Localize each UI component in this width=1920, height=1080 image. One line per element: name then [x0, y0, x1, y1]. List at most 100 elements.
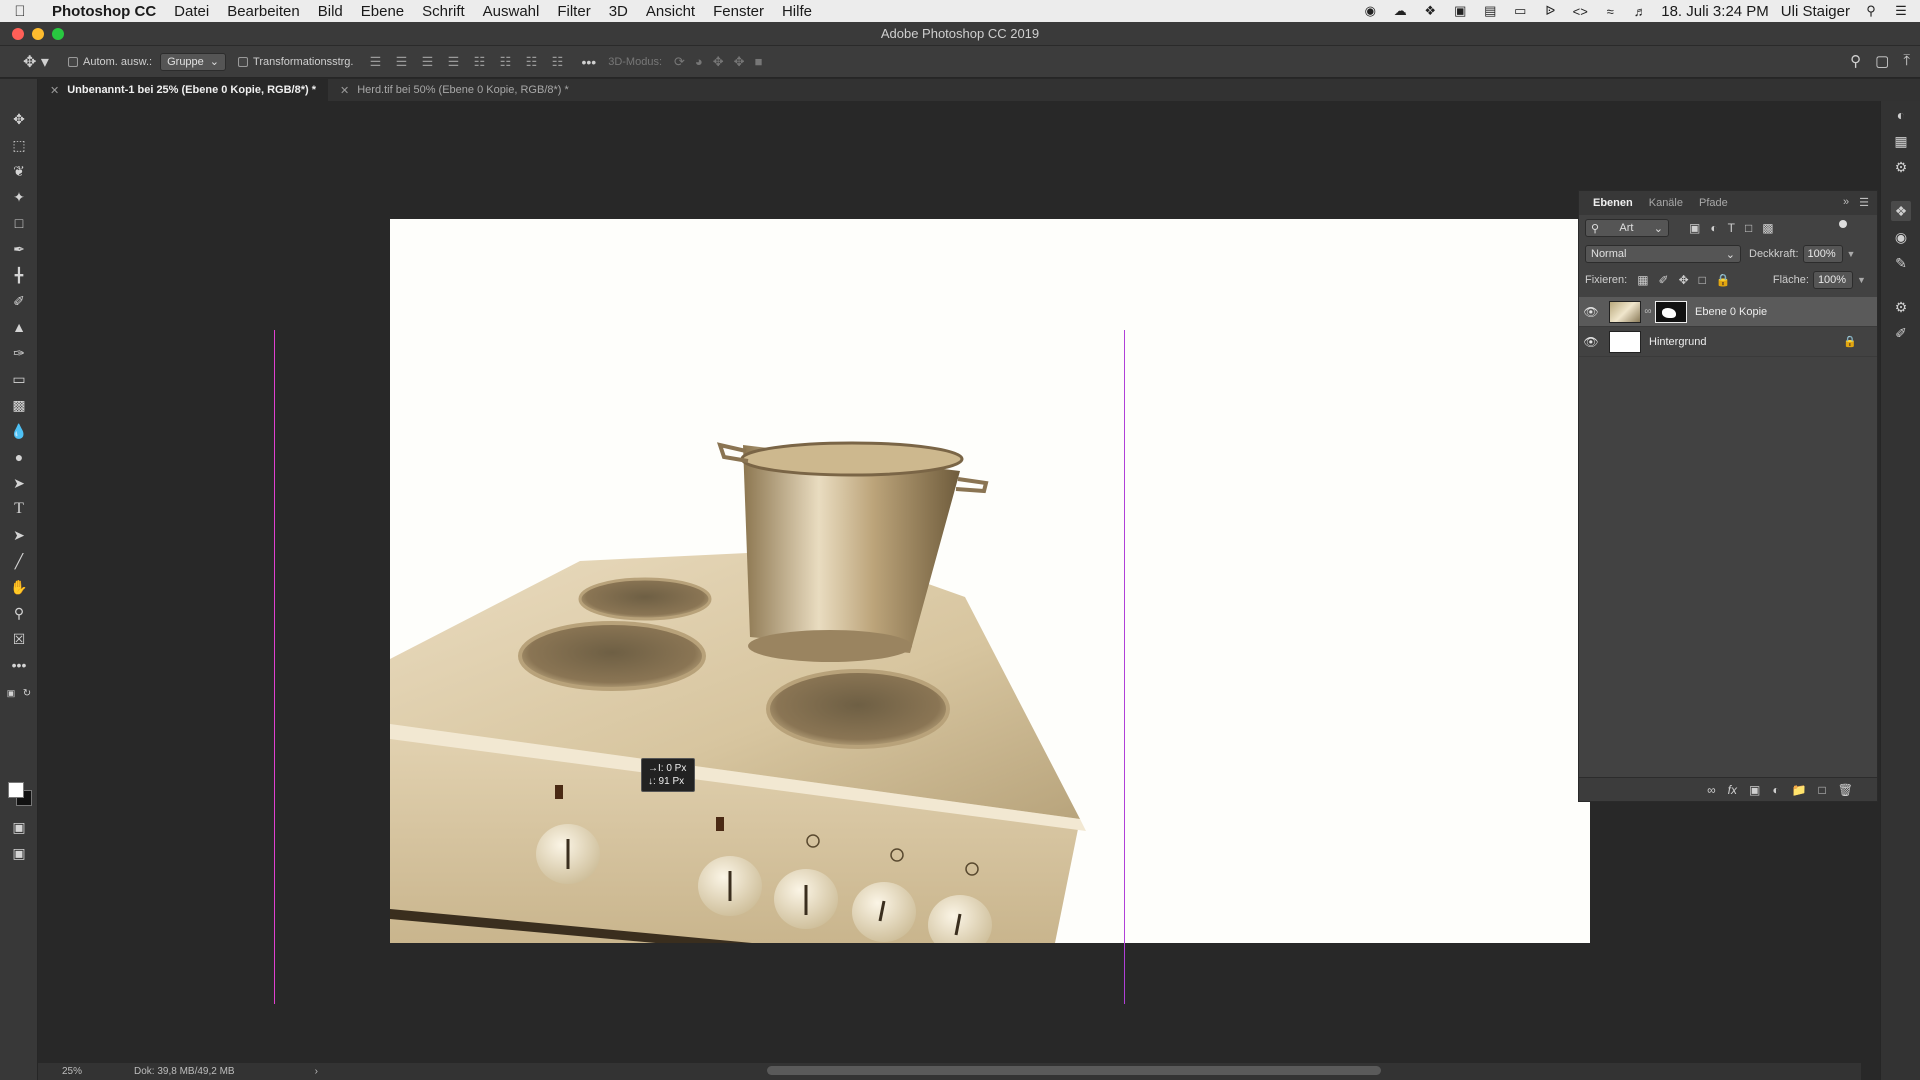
lock-transparency-icon[interactable]: ▦ [1637, 273, 1648, 287]
menu-bearbeiten[interactable]: Bearbeiten [218, 3, 309, 20]
wifi-icon[interactable]: ≈ [1601, 4, 1619, 19]
apple-icon[interactable]:  [0, 3, 40, 20]
visibility-eye-icon[interactable]: 👁 [1579, 305, 1603, 319]
more-options-icon[interactable]: ••• [581, 54, 596, 70]
user-name[interactable]: Uli Staiger [1781, 3, 1850, 20]
layer-filter-dropdown[interactable]: ⚲ Art ⌄ [1585, 219, 1669, 237]
eraser-tool-icon[interactable]: ▭ [8, 369, 30, 389]
libraries-panel-icon[interactable]: ▦ [1891, 131, 1911, 151]
vertical-guide-left[interactable] [274, 330, 275, 1004]
3d-slide-icon[interactable]: ✥ [734, 54, 745, 70]
menu-datei[interactable]: Datei [165, 3, 218, 20]
menu-hilfe[interactable]: Hilfe [773, 3, 821, 20]
layer-thumbnail[interactable] [1609, 300, 1641, 323]
3d-orbit-icon[interactable]: ⟳ [674, 54, 685, 70]
delete-layer-icon[interactable]: 🗑 [1838, 783, 1853, 797]
layer-name[interactable]: Ebene 0 Kopie [1695, 306, 1767, 318]
history-brush-tool-icon[interactable]: ✑ [8, 343, 30, 363]
fill-input[interactable]: 100% [1812, 271, 1853, 289]
lock-position-icon[interactable]: ✥ [1679, 273, 1689, 287]
panel-menu-icon[interactable]: ☰ [1859, 196, 1869, 209]
new-group-icon[interactable]: 📁 [1792, 783, 1807, 797]
dodge-tool-icon[interactable]: ● [8, 447, 30, 467]
color-panel-icon[interactable]: ◐ [1891, 105, 1911, 125]
shape-filter-icon[interactable]: □ [1745, 221, 1752, 235]
horizontal-scrollbar[interactable] [767, 1066, 1381, 1075]
eyedropper-tool-icon[interactable]: ✒ [8, 239, 30, 259]
auto-select-option[interactable]: Autom. ausw.: [68, 56, 152, 68]
screen-mode-icon[interactable]: ▣ [8, 843, 30, 863]
align-bottom-icon[interactable]: ☷ [523, 54, 539, 70]
align-center-icon[interactable]: ☰ [393, 54, 409, 70]
path-selection-tool-icon[interactable]: ➤ [8, 525, 30, 545]
move-tool-preset-icon[interactable]: ✥ ▾ [16, 50, 56, 74]
document-canvas[interactable] [390, 219, 1590, 943]
smart-object-filter-icon[interactable]: ▩ [1762, 221, 1773, 235]
fill-dropdown-icon[interactable]: ▼ [1857, 275, 1866, 285]
add-mask-icon[interactable]: ▣ [1749, 783, 1760, 797]
distribute-vertical-icon[interactable]: ☷ [549, 54, 565, 70]
menu-fenster[interactable]: Fenster [704, 3, 773, 20]
healing-brush-tool-icon[interactable]: ╋ [8, 265, 30, 285]
search-icon[interactable]: ⚲ [1850, 52, 1861, 70]
artboard-tool-icon[interactable]: ☒ [8, 629, 30, 649]
auto-select-dropdown[interactable]: Gruppe ⌄ [160, 52, 227, 71]
marquee-tool-icon[interactable]: ⬚ [8, 135, 30, 155]
brush-tool-icon[interactable]: ✐ [8, 291, 30, 311]
pen-tool-icon[interactable]: ➤ [8, 473, 30, 493]
lock-artboard-icon[interactable]: □ [1699, 273, 1706, 287]
transform-controls-option[interactable]: Transformationsstrg. [238, 56, 353, 68]
adjustment-layer-icon[interactable]: ◐ [1772, 783, 1779, 797]
spotlight-icon[interactable]: ⚲ [1862, 3, 1880, 18]
align-top-icon[interactable]: ☷ [471, 54, 487, 70]
zoom-level[interactable]: 25% [38, 1066, 102, 1077]
opacity-input[interactable]: 100% [1802, 245, 1843, 263]
notification-center-icon[interactable]: ☰ [1892, 3, 1910, 18]
tab-ebenen[interactable]: Ebenen [1585, 197, 1641, 209]
record-icon[interactable]: ◉ [1361, 3, 1379, 18]
tab-herd[interactable]: ✕ Herd.tif bei 50% (Ebene 0 Kopie, RGB/8… [328, 79, 581, 101]
pixel-filter-icon[interactable]: ▣ [1689, 221, 1700, 235]
zoom-tool-icon[interactable]: ⚲ [8, 603, 30, 623]
adjustment-filter-icon[interactable]: ◐ [1710, 221, 1717, 235]
menu-filter[interactable]: Filter [548, 3, 599, 20]
display-icon[interactable]: ▤ [1481, 3, 1499, 18]
finder-icon[interactable]: ▣ [1451, 3, 1469, 18]
blend-mode-dropdown[interactable]: Normal ⌄ [1585, 245, 1741, 263]
menu-app-name[interactable]: Photoshop CC [40, 3, 165, 20]
type-tool-icon[interactable]: T [8, 499, 30, 519]
auto-select-checkbox[interactable] [68, 56, 78, 67]
workspace-icon[interactable]: ▢ [1875, 52, 1889, 70]
volume-icon[interactable]: ♬ [1631, 4, 1649, 19]
tab-unbenannt-1[interactable]: ✕ Unbenannt-1 bei 25% (Ebene 0 Kopie, RG… [38, 79, 328, 101]
adjustments-panel-icon[interactable]: ⚙ [1891, 297, 1911, 317]
menu-ebene[interactable]: Ebene [352, 3, 413, 20]
align-middle-icon[interactable]: ☷ [497, 54, 513, 70]
opacity-dropdown-icon[interactable]: ▼ [1847, 249, 1856, 259]
layer-ebene-0-kopie[interactable]: 👁 ∞ Ebene 0 Kopie [1579, 297, 1877, 327]
gradient-tool-icon[interactable]: ▩ [8, 395, 30, 415]
vertical-guide-right[interactable] [1124, 330, 1125, 1004]
quick-mask-icon[interactable]: ▣ [8, 817, 30, 837]
menu-schrift[interactable]: Schrift [413, 3, 474, 20]
line-tool-icon[interactable]: ╱ [8, 551, 30, 571]
layer-name[interactable]: Hintergrund [1649, 336, 1706, 348]
tab-pfade[interactable]: Pfade [1691, 197, 1736, 209]
close-icon[interactable]: ✕ [50, 84, 59, 97]
type-filter-icon[interactable]: T [1728, 221, 1735, 235]
distribute-icon[interactable]: ☰ [445, 54, 461, 70]
lock-image-icon[interactable]: ✐ [1659, 273, 1669, 287]
3d-pan-icon[interactable]: ✥ [713, 54, 724, 70]
move-tool-icon[interactable]: ✥ [8, 109, 30, 129]
link-layers-icon[interactable]: ∞ [1707, 783, 1716, 797]
menu-3d[interactable]: 3D [600, 3, 637, 20]
align-right-icon[interactable]: ☰ [419, 54, 435, 70]
brush-settings-icon[interactable]: ✐ [1891, 323, 1911, 343]
hand-tool-icon[interactable]: ✋ [8, 577, 30, 597]
close-icon[interactable]: ✕ [340, 84, 349, 97]
layer-mask-thumbnail[interactable] [1655, 300, 1687, 323]
crop-tool-icon[interactable]: □ [8, 213, 30, 233]
code-icon[interactable]: <> [1571, 4, 1589, 19]
airplay-icon[interactable]: ▭ [1511, 3, 1529, 18]
swap-colors-icon[interactable]: ↻ [20, 683, 34, 703]
